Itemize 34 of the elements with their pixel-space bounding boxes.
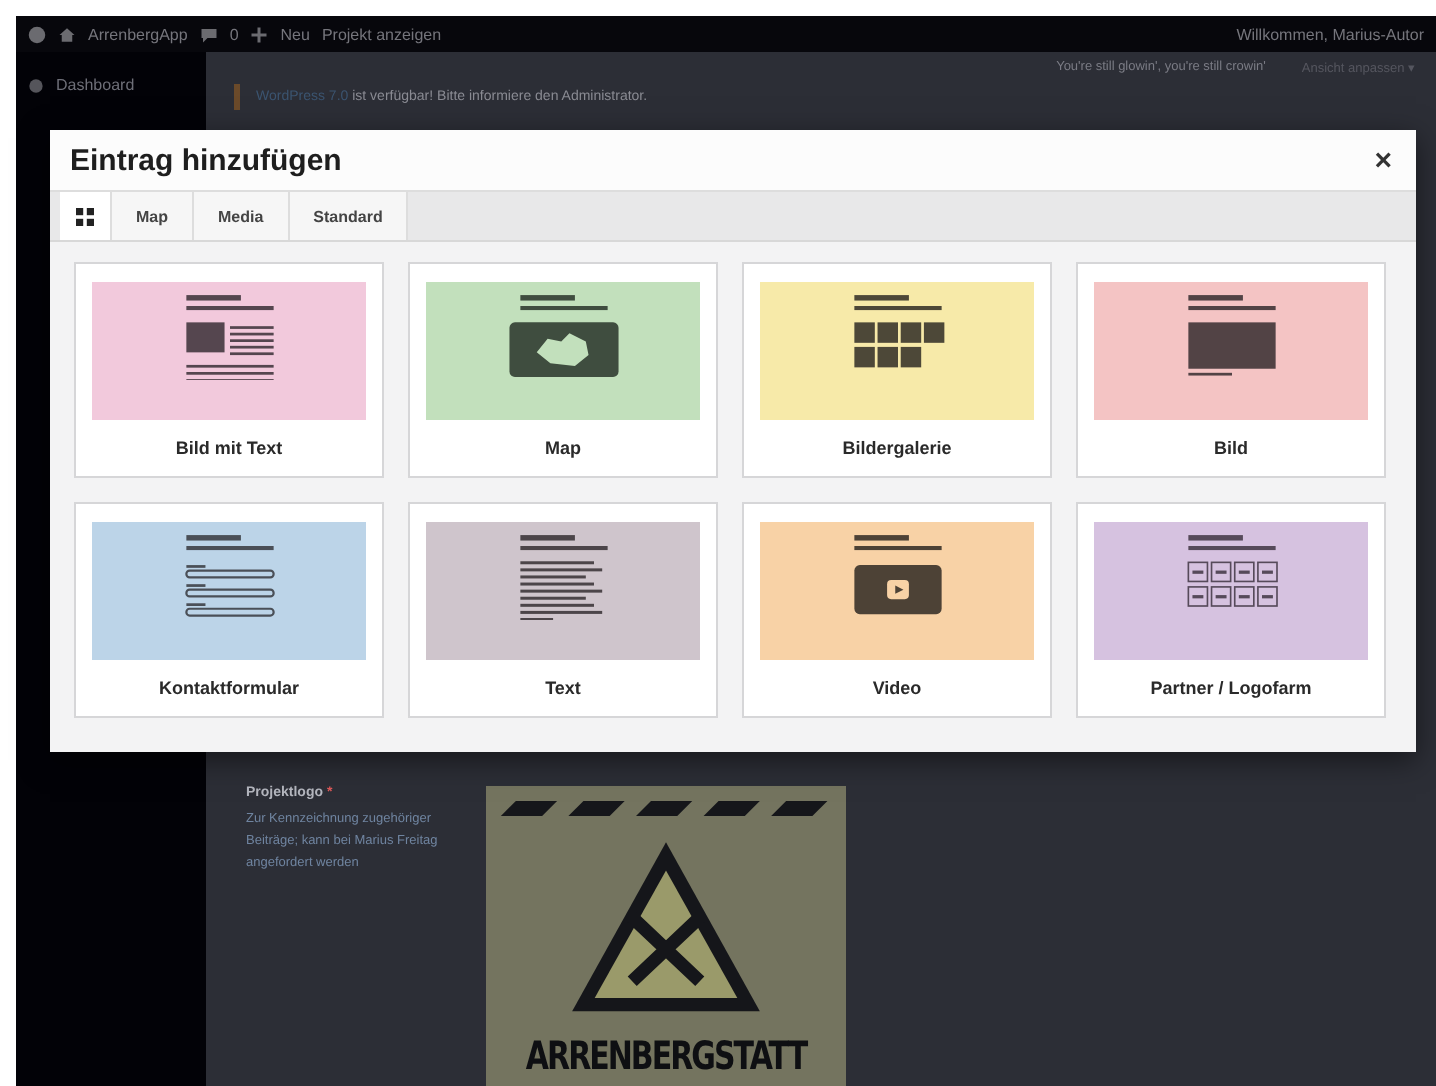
home-icon[interactable] (58, 25, 76, 43)
block-card[interactable]: Bild (1076, 262, 1386, 478)
site-name-link[interactable]: ArrenbergApp (88, 25, 188, 43)
block-card[interactable]: Bildergalerie (742, 262, 1052, 478)
plus-icon[interactable] (250, 25, 269, 43)
comment-icon[interactable] (199, 25, 218, 43)
block-label: Map (545, 438, 581, 458)
block-card[interactable]: Video (742, 502, 1052, 718)
map-layout-icon (503, 292, 623, 380)
block-card[interactable]: Text (408, 502, 718, 718)
tab[interactable]: Map (112, 192, 194, 240)
greeting-link[interactable]: Willkommen, Marius-Autor (1236, 25, 1424, 43)
block-label: Bild mit Text (175, 438, 283, 458)
block-label: Bildergalerie (842, 438, 952, 458)
grid-icon (76, 207, 94, 225)
tab[interactable]: Media (194, 192, 290, 240)
block-label: Kontaktformular (158, 678, 299, 698)
dialog-title: Eintrag hinzufügen (70, 143, 342, 177)
block-card[interactable]: Map (408, 262, 718, 478)
tab[interactable]: Standard (289, 192, 409, 240)
block-label: Text (545, 678, 581, 698)
new-link[interactable]: Neu (280, 25, 310, 43)
block-card[interactable]: Partner / Logofarm (1076, 502, 1386, 718)
logo-text: ARRENBERGSTATT (525, 1032, 807, 1080)
close-button[interactable]: × (1370, 145, 1396, 175)
comment-count: 0 (229, 25, 239, 43)
view-project-link[interactable]: Projekt anzeigen (321, 25, 442, 43)
grid-tab[interactable] (60, 192, 112, 240)
block-card[interactable]: Bild mit Text (74, 262, 384, 478)
block-label: Partner / Logofarm (1150, 678, 1312, 698)
block-label: Video (872, 678, 922, 698)
block-card[interactable]: Kontaktformular (74, 502, 384, 718)
block-label: Bild (1214, 438, 1248, 458)
sidebar-item[interactable]: Dashboard (56, 76, 135, 94)
